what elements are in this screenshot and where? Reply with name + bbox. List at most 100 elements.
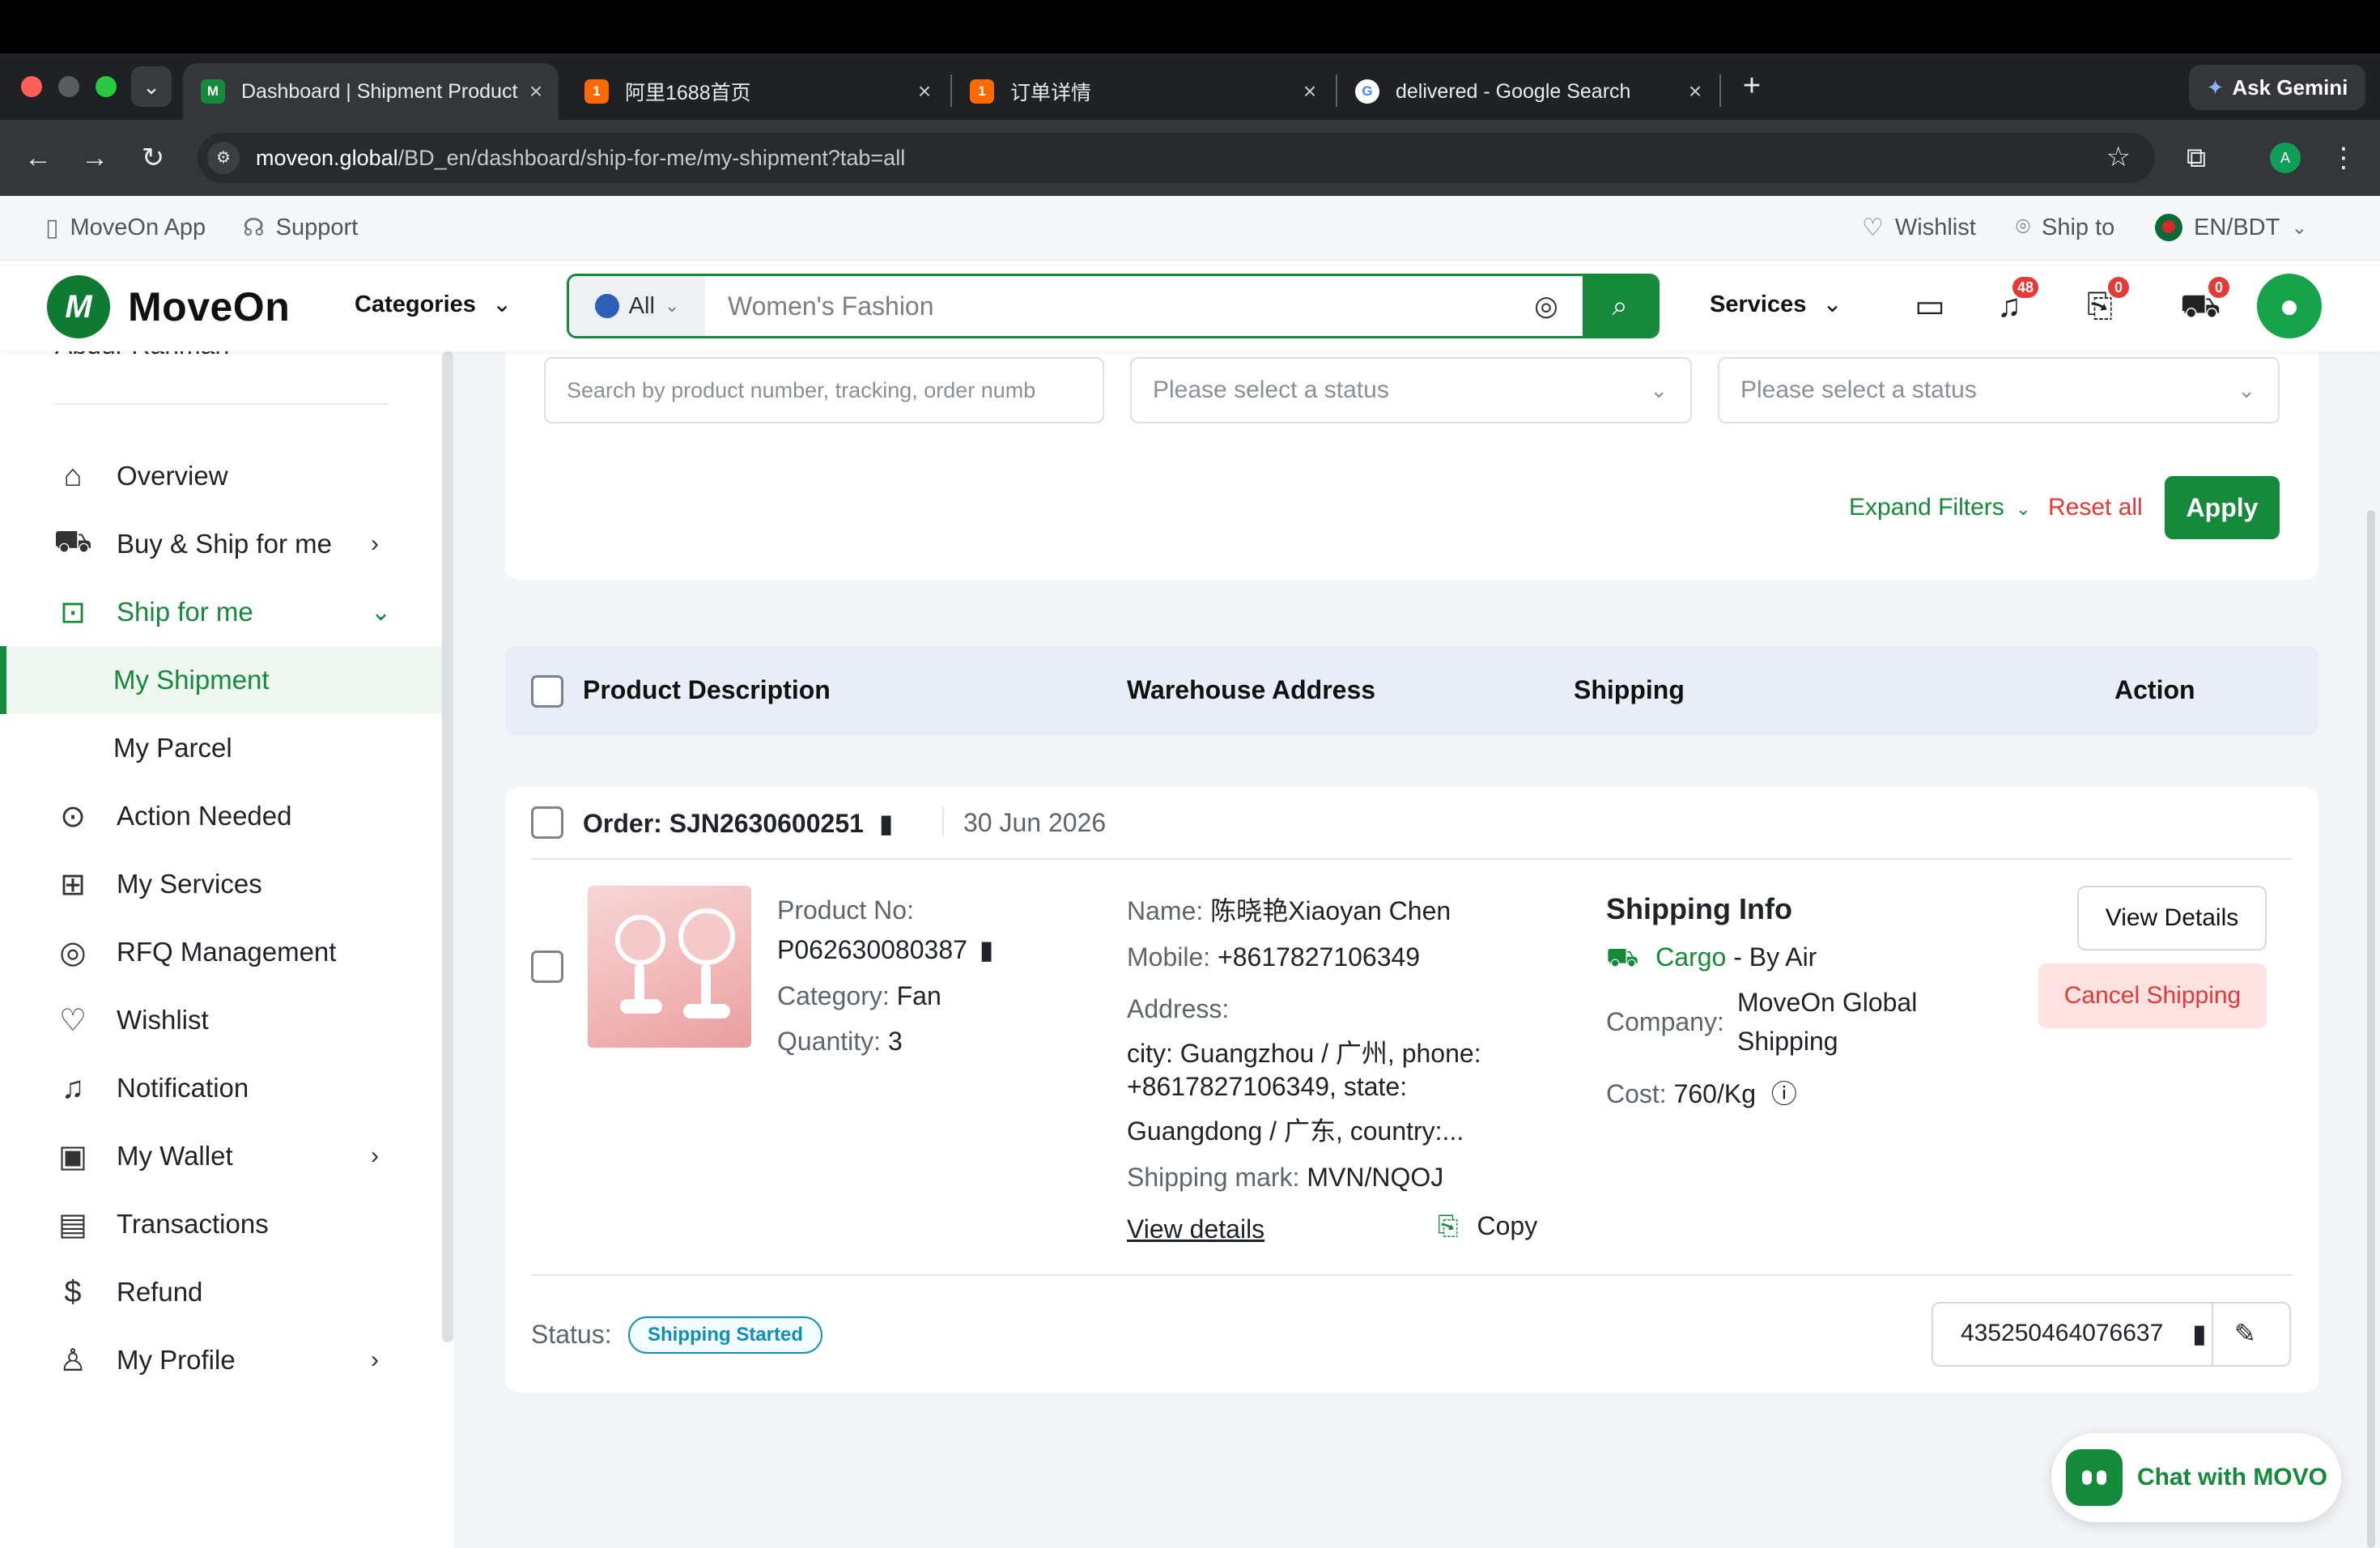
close-icon[interactable]: × xyxy=(520,79,552,104)
search-button[interactable]: ⌕ xyxy=(1583,276,1657,336)
address-line-3: Guangdong / 广东, country:... xyxy=(1127,1116,1464,1146)
sidebar-item-wishlist[interactable]: ♡ Wishlist xyxy=(0,986,444,1054)
copy-icon[interactable]: ▮ xyxy=(980,935,994,964)
clipboard-copy-icon: ⎘ xyxy=(1438,1211,1459,1240)
target-icon: ◎ xyxy=(59,935,87,970)
receipt-icon: ▤ xyxy=(58,1207,87,1242)
chevron-right-icon: › xyxy=(371,1346,379,1373)
locale-selector[interactable]: EN/BDT ⌄ xyxy=(2155,214,2307,241)
browser-menu-button[interactable]: ⋮ xyxy=(2325,139,2362,176)
more-vertical-icon: ⋮ xyxy=(2330,142,2357,173)
messages-button[interactable]: ▭ xyxy=(1907,283,1953,329)
select-all-checkbox[interactable] xyxy=(531,675,563,708)
tab-dashboard[interactable]: M Dashboard | Shipment Product × xyxy=(183,63,559,120)
moveon-logo[interactable]: M MoveOn xyxy=(47,275,290,338)
back-button[interactable]: ← xyxy=(19,139,57,176)
ask-gemini-button[interactable]: ✦ Ask Gemini xyxy=(2189,65,2365,110)
page-scrollbar[interactable] xyxy=(2367,510,2375,1548)
order-number: Order: SJN2630600251 ▮ xyxy=(583,808,893,839)
chevron-down-icon: ⌄ xyxy=(664,296,680,316)
copy-icon[interactable]: ▮ xyxy=(2192,1318,2207,1349)
address-bar[interactable]: ⚙ moveon.global/BD_en/dashboard/ship-for… xyxy=(198,133,2155,183)
cart-button[interactable]: ⛟ 0 xyxy=(2178,277,2229,329)
sidebar-item-my-shipment[interactable]: My Shipment xyxy=(0,646,444,714)
tab-1688[interactable]: 1 阿里1688首页 × xyxy=(567,63,947,120)
sidebar-item-label: My Shipment xyxy=(113,665,270,695)
status-select-2[interactable]: Please select a status ⌄ xyxy=(1718,357,2280,423)
extensions-button[interactable]: ⧉ xyxy=(2178,139,2215,176)
chat-with-movo-button[interactable]: Chat with MOVO xyxy=(2051,1433,2341,1522)
tab-order-details[interactable]: 1 订单详情 × xyxy=(952,63,1332,120)
reload-button[interactable]: ↻ xyxy=(134,139,172,176)
bookmark-star-icon[interactable]: ☆ xyxy=(2106,141,2131,173)
product-no-value: P062630080387 xyxy=(777,935,967,964)
order-header-divider xyxy=(531,858,2293,860)
phone-icon: ▯ xyxy=(45,215,59,241)
apply-button[interactable]: Apply xyxy=(2165,476,2280,539)
product-image[interactable] xyxy=(588,886,751,1048)
sidebar-item-my-parcel[interactable]: My Parcel xyxy=(0,714,444,782)
forward-button[interactable]: → xyxy=(76,139,113,176)
copy-icon[interactable]: ▮ xyxy=(879,809,894,838)
categories-menu[interactable]: Categories ⌄ xyxy=(355,290,512,318)
company-label: Company: xyxy=(1606,1007,1724,1036)
sidebar-item-overview[interactable]: ⌂ Overview xyxy=(0,442,444,510)
camera-icon[interactable]: ◎ xyxy=(1510,276,1583,336)
chevron-right-icon: › xyxy=(371,1142,379,1169)
services-label: Services xyxy=(1710,291,1807,317)
info-icon[interactable]: ⓘ xyxy=(1771,1079,1797,1108)
sidebar-item-ship-for-me[interactable]: ⊡ Ship for me ⌄ xyxy=(0,578,444,646)
moveon-app-label: MoveOn App xyxy=(70,215,206,240)
shipping-type-value: Cargo xyxy=(1655,942,1727,972)
close-icon[interactable]: × xyxy=(908,79,941,104)
window-zoom-button[interactable] xyxy=(96,76,117,97)
user-avatar[interactable]: ● xyxy=(2257,274,2322,338)
sidebar-item-my-profile[interactable]: ♙ My Profile › xyxy=(0,1326,444,1394)
sidebar-item-notification[interactable]: ♫ Notification xyxy=(0,1054,444,1122)
new-tab-button[interactable]: + xyxy=(1734,68,1770,104)
address-line-1: city: Guangzhou / 广州, phone: xyxy=(1127,1039,1481,1068)
view-details-link[interactable]: View details xyxy=(1127,1214,1264,1244)
site-info-icon[interactable]: ⚙ xyxy=(207,142,240,174)
sidebar-scrollbar[interactable] xyxy=(442,351,453,1342)
wishlist-link[interactable]: ♡ Wishlist xyxy=(1862,214,1976,242)
sidebar-item-transactions[interactable]: ▤ Transactions xyxy=(0,1190,444,1258)
window-minimize-button[interactable] xyxy=(58,76,79,97)
status-select-1[interactable]: Please select a status ⌄ xyxy=(1130,357,1692,423)
category-value: Fan xyxy=(896,981,941,1010)
cart-count-badge: 0 xyxy=(2208,277,2229,298)
rfq-button[interactable]: ⎘ 0 xyxy=(2077,277,2129,329)
notifications-button[interactable]: ♫ 48 xyxy=(1987,277,2038,329)
sidebar-item-buy-ship[interactable]: ⛟ Buy & Ship for me › xyxy=(0,510,444,578)
ship-to-selector[interactable]: ⌾ Ship to xyxy=(2016,214,2114,241)
rfq-icon: ⎘ xyxy=(2087,288,2113,324)
services-menu[interactable]: Services ⌄ xyxy=(1710,290,1842,318)
chrome-profile-avatar[interactable]: A xyxy=(2270,142,2301,173)
sidebar-item-my-services[interactable]: ⊞ My Services xyxy=(0,850,444,918)
sidebar-item-my-wallet[interactable]: ▣ My Wallet › xyxy=(0,1122,444,1190)
window-close-button[interactable] xyxy=(21,76,42,97)
reset-all-button[interactable]: Reset all xyxy=(2048,494,2143,521)
sidebar-item-action-needed[interactable]: ⊙ Action Needed xyxy=(0,782,444,850)
shipment-search-input[interactable]: Search by product number, tracking, orde… xyxy=(544,357,1104,423)
product-checkbox[interactable] xyxy=(531,950,563,983)
tab-search-button[interactable]: ⌄ xyxy=(131,66,172,107)
locale-label: EN/BDT xyxy=(2194,214,2280,240)
cancel-shipping-button[interactable]: Cancel Shipping xyxy=(2038,963,2267,1028)
sidebar-item-rfq[interactable]: ◎ RFQ Management xyxy=(0,918,444,986)
view-details-button[interactable]: View Details xyxy=(2077,886,2267,950)
search-scope-select[interactable]: All ⌄ xyxy=(569,276,705,336)
order-checkbox[interactable] xyxy=(531,806,563,839)
sidebar-item-refund[interactable]: $ Refund xyxy=(0,1258,444,1326)
edit-pencil-icon[interactable]: ✎ xyxy=(2234,1318,2256,1349)
copy-address-button[interactable]: ⎘ Copy xyxy=(1438,1211,1537,1242)
moveon-app-link[interactable]: ▯ MoveOn App xyxy=(45,214,206,242)
search-input[interactable] xyxy=(705,276,1510,336)
address-line-2: +8617827106349, state: xyxy=(1127,1072,1408,1101)
support-link[interactable]: ☊ Support xyxy=(243,214,358,242)
chevron-down-icon: ⌄ xyxy=(491,291,512,317)
expand-filters-button[interactable]: Expand Filters ⌄ xyxy=(1849,494,2031,521)
close-icon[interactable]: × xyxy=(1679,79,1711,104)
close-icon[interactable]: × xyxy=(1294,79,1326,104)
tab-google-search[interactable]: G delivered - Google Search × xyxy=(1337,63,1718,120)
